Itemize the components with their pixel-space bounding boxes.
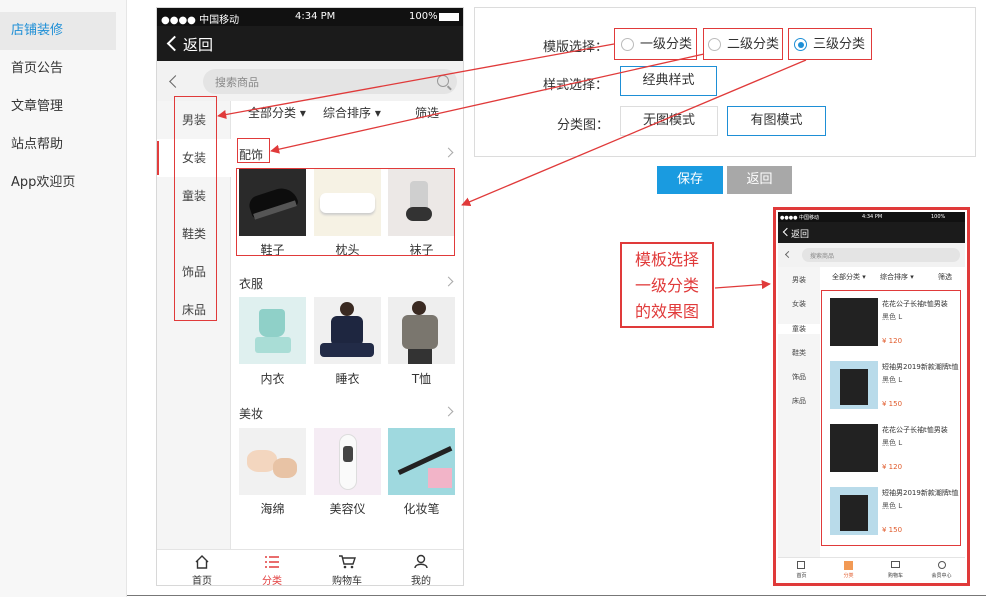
arrow-level-one [217, 43, 615, 120]
arrow-annotation [714, 280, 771, 290]
annotation-arrows [217, 43, 807, 290]
arrow-level-three [461, 59, 807, 207]
arrow-level-two [270, 53, 705, 154]
bottom-divider [127, 595, 986, 596]
